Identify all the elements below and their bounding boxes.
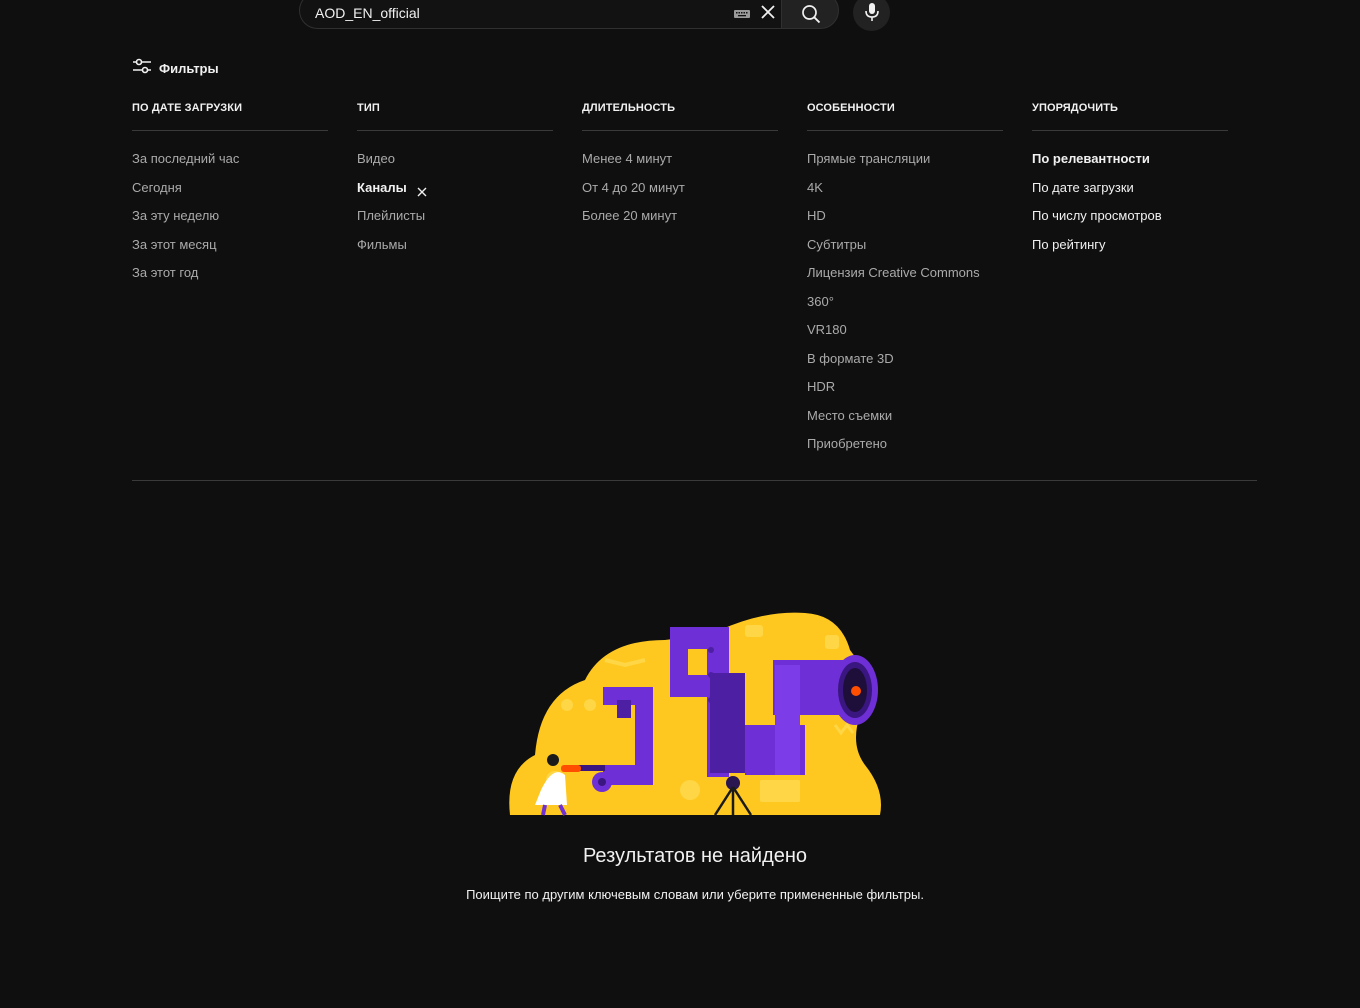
sort-option-active[interactable]: По релевантности [1032, 149, 1228, 178]
filter-option[interactable]: За этот месяц [132, 235, 328, 264]
search-box [299, 0, 781, 29]
filter-option[interactable]: HD [807, 206, 1003, 235]
sort-option[interactable]: По дате загрузки [1032, 178, 1228, 207]
filter-option[interactable]: Сегодня [132, 178, 328, 207]
filter-option[interactable]: За последний час [132, 149, 328, 178]
filter-option[interactable]: Субтитры [807, 235, 1003, 264]
no-results-title: Результатов не найдено [582, 845, 808, 867]
filters-label: Фильтры [159, 60, 219, 76]
filter-option[interactable]: 360° [807, 292, 1003, 321]
filter-column-type: Тип Видео Каналы Плейлисты Фильмы [357, 100, 553, 263]
filter-option[interactable]: Фильмы [357, 235, 553, 264]
filter-column-features: Особенности Прямые трансляции 4K HD Субт… [807, 100, 1003, 463]
sort-option[interactable]: По числу просмотров [1032, 206, 1228, 235]
filter-column-title: Особенности [807, 100, 1003, 131]
filters-toggle-button[interactable]: Фильтры [132, 58, 219, 78]
filter-option[interactable]: 4K [807, 178, 1003, 207]
filter-option[interactable]: Более 20 минут [582, 206, 778, 235]
sort-option[interactable]: По рейтингу [1032, 235, 1228, 264]
voice-search-button[interactable] [853, 0, 890, 31]
no-results-subtitle: Поищите по другим ключевым словам или уб… [466, 887, 924, 902]
filter-option[interactable]: В формате 3D [807, 349, 1003, 378]
filter-column-title: Длительность [582, 100, 778, 131]
search-input[interactable] [315, 3, 715, 23]
filters-divider [132, 480, 1257, 481]
filter-column-upload-date: По дате загрузки За последний час Сегодн… [132, 100, 328, 292]
filter-column-title: Упорядочить [1032, 100, 1228, 131]
filter-option[interactable]: Плейлисты [357, 206, 553, 235]
filter-option[interactable]: HDR [807, 377, 1003, 406]
filter-column-title: Тип [357, 100, 553, 131]
filter-option[interactable]: От 4 до 20 минут [582, 178, 778, 207]
filter-option[interactable]: VR180 [807, 320, 1003, 349]
search-button[interactable] [781, 0, 839, 29]
filter-option-active[interactable]: Каналы [357, 178, 553, 207]
remove-filter-icon[interactable] [417, 183, 427, 203]
filter-option[interactable]: Место съемки [807, 406, 1003, 435]
sliders-icon [132, 57, 159, 80]
filter-column-title: По дате загрузки [132, 100, 328, 131]
filter-column-sort: Упорядочить По релевантности По дате заг… [1032, 100, 1228, 263]
filter-option[interactable]: За этот год [132, 263, 328, 292]
no-results-illustration [505, 605, 885, 825]
keyboard-icon[interactable] [733, 7, 751, 19]
filter-option[interactable]: Лицензия Creative Commons [807, 263, 1003, 292]
filter-option[interactable]: Менее 4 минут [582, 149, 778, 178]
filter-option[interactable]: Прямые трансляции [807, 149, 1003, 178]
clear-search-icon[interactable] [758, 2, 778, 22]
filter-option-label: Каналы [357, 179, 407, 195]
filter-option[interactable]: Приобретено [807, 434, 1003, 463]
filter-column-duration: Длительность Менее 4 минут От 4 до 20 ми… [582, 100, 778, 235]
filter-option[interactable]: Видео [357, 149, 553, 178]
filter-option[interactable]: За эту неделю [132, 206, 328, 235]
